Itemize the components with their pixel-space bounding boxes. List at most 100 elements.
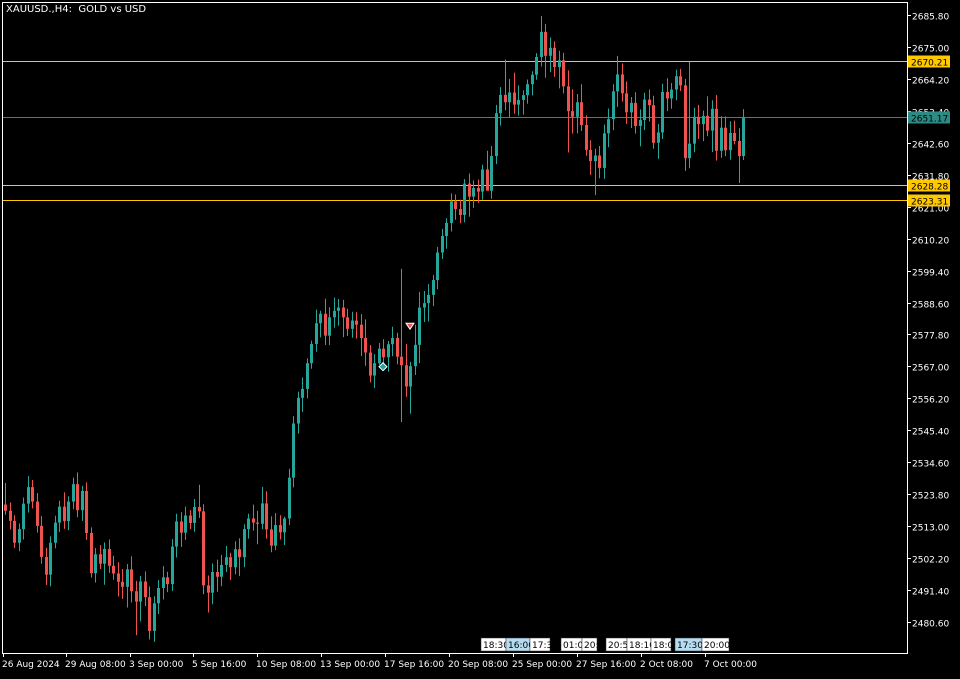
candle-body	[436, 252, 439, 281]
candle-body	[216, 572, 219, 577]
candle-body	[432, 280, 435, 295]
candle-body	[382, 348, 385, 358]
candle-body	[27, 487, 30, 504]
candle-body	[405, 365, 408, 387]
event-label-text: 20:00	[704, 641, 730, 651]
x-tick-label: 2 Oct 08:00	[640, 660, 693, 670]
candle-body	[477, 188, 480, 192]
candle-body	[670, 89, 673, 99]
candle-body	[621, 74, 624, 94]
candle-body	[108, 548, 111, 566]
candle-body	[67, 501, 70, 522]
candle-body	[445, 222, 448, 236]
candle-body	[40, 525, 43, 557]
candle-body	[495, 113, 498, 157]
y-tick-label: 2513.00	[912, 524, 949, 534]
y-tick-label: 2480.60	[912, 620, 949, 630]
candle-body	[378, 348, 381, 364]
candle-body	[139, 581, 142, 602]
candle-body	[225, 557, 228, 565]
candle-body	[72, 484, 75, 502]
candle-body	[99, 554, 102, 564]
candle-body	[324, 313, 327, 336]
x-tick-label: 3 Sep 00:00	[129, 660, 184, 670]
candle-body	[558, 60, 561, 68]
candle-body	[135, 591, 138, 602]
candle-body	[117, 573, 120, 582]
candle-body	[45, 556, 48, 575]
candle-body	[391, 338, 394, 345]
candle-body	[580, 102, 583, 126]
candle-body	[630, 102, 633, 113]
candlestick-chart[interactable]: 18:30 16:0017:3 01:0 20: 20:5 18:1018:0 17:30 2…	[0, 0, 960, 675]
candle-body	[369, 352, 372, 376]
candle-body	[652, 105, 655, 143]
candle-body	[265, 503, 268, 530]
candle-body	[63, 506, 66, 522]
candle-body	[171, 546, 174, 585]
candle-body	[292, 423, 295, 478]
candle-body	[666, 91, 669, 99]
y-tick-label: 2610.20	[912, 237, 949, 247]
candle-body	[648, 99, 651, 106]
x-tick-label: 7 Oct 00:00	[704, 660, 757, 670]
candle-body	[333, 310, 336, 318]
candle-body	[130, 569, 133, 592]
candle-body	[531, 74, 534, 85]
candle-body	[409, 366, 412, 387]
candle-body	[193, 506, 196, 523]
y-tick-label: 2675.00	[912, 45, 949, 55]
candle-body	[643, 99, 646, 121]
y-tick-label: 2534.60	[912, 460, 949, 470]
candle-body	[207, 585, 210, 593]
candle-body	[549, 47, 552, 56]
candle-body	[342, 307, 345, 318]
candle-body	[585, 125, 588, 150]
y-tick-label: 2599.40	[912, 269, 949, 279]
candle-body	[508, 92, 511, 103]
candle-body	[567, 86, 570, 112]
candle-body	[54, 522, 57, 543]
candle-body	[522, 95, 525, 100]
candle-body	[594, 155, 597, 162]
candle-body	[198, 506, 201, 512]
candle-body	[454, 201, 457, 210]
candle-body	[4, 504, 7, 511]
candle-body	[535, 57, 538, 75]
candle-body	[688, 143, 691, 159]
candle-body	[189, 515, 192, 523]
candle-body	[711, 108, 714, 131]
y-tick-label: 2523.80	[912, 492, 949, 502]
candle-body	[418, 307, 421, 345]
chart-window: 18:30 16:00 17:3 01:0 20: 20:5 18:10 18:0 17:30 2…	[0, 0, 960, 675]
candle-body	[13, 520, 16, 543]
candle-body	[540, 31, 543, 58]
candle-body	[337, 307, 340, 311]
candle-body	[270, 529, 273, 546]
candle-body	[328, 317, 331, 336]
candle-body	[121, 581, 124, 587]
candle-body	[679, 76, 682, 86]
candle-body	[589, 149, 592, 162]
candle-body	[76, 484, 79, 511]
candle-body	[625, 93, 628, 113]
candle-body	[706, 115, 709, 131]
candle-body	[715, 108, 718, 151]
candle-body	[202, 511, 205, 586]
candle-body	[634, 102, 637, 126]
candle-body	[526, 84, 529, 96]
x-tick-label: 10 Sep 08:00	[256, 660, 316, 670]
candle-body	[414, 344, 417, 367]
y-tick-label: 2588.60	[912, 301, 949, 311]
candle-body	[94, 554, 97, 574]
chart-title: XAUUSD.,H4: GOLD vs USD	[6, 4, 147, 15]
candle-body	[18, 529, 21, 543]
candle-body	[639, 120, 642, 126]
candle-body	[733, 133, 736, 142]
candle-body	[184, 515, 187, 533]
candle-body	[58, 506, 61, 523]
candle-body	[175, 521, 178, 547]
x-tick-label: 26 Aug 2024	[2, 660, 60, 670]
candle-body	[234, 549, 237, 568]
candle-body	[315, 323, 318, 344]
